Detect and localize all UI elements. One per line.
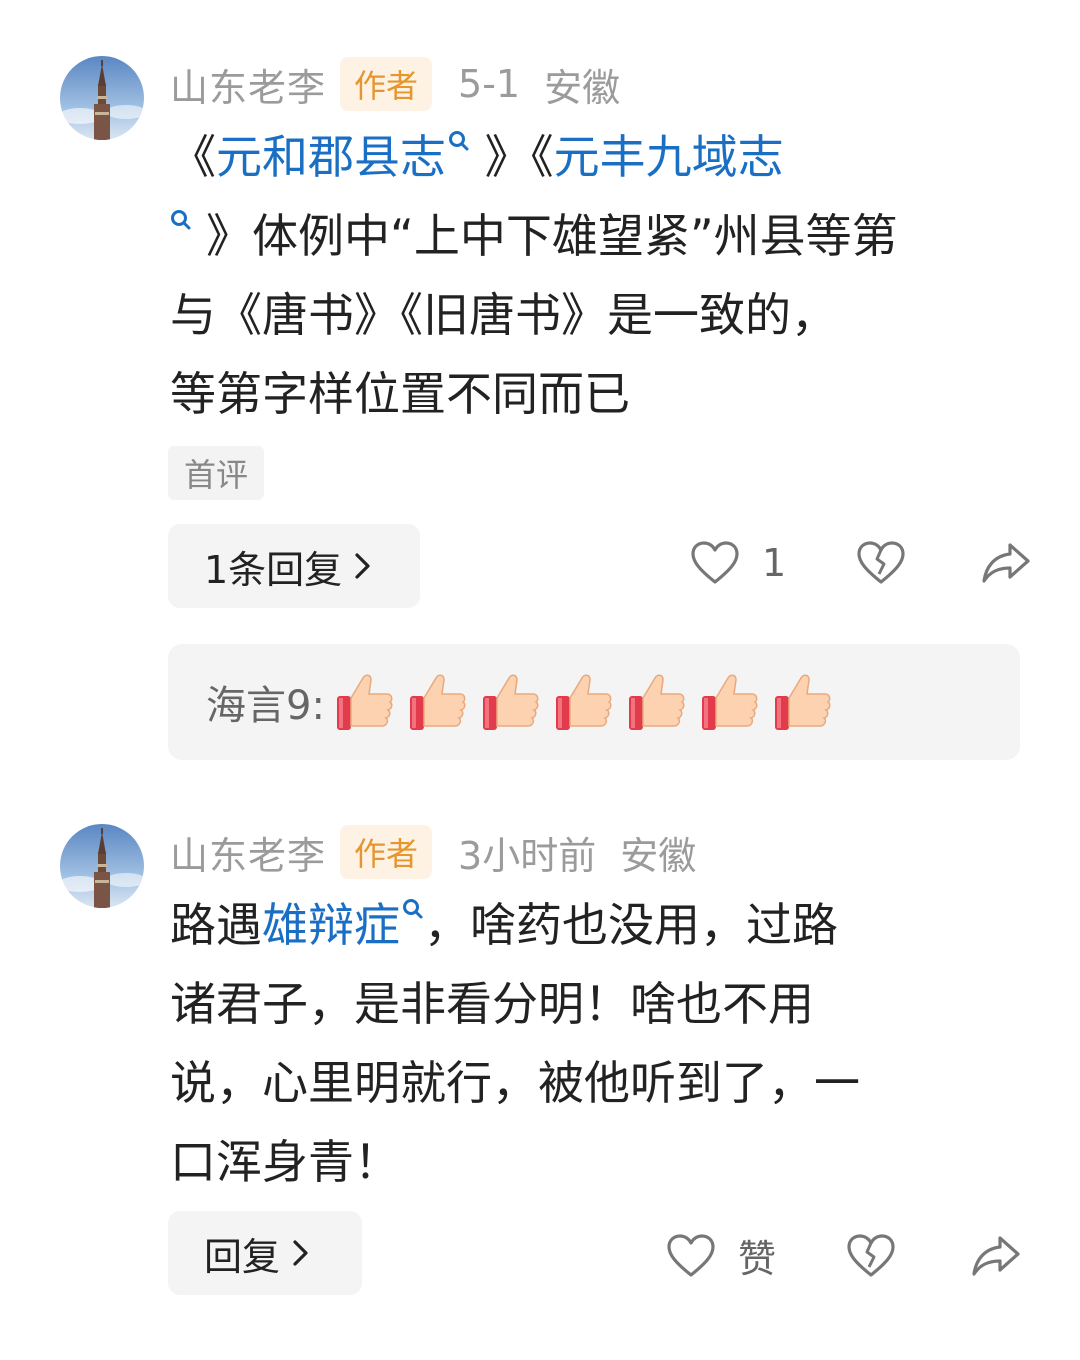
- search-icon[interactable]: [170, 209, 192, 237]
- comment-line: 口浑身青！: [170, 1135, 400, 1189]
- comment-text: 路遇雄辩症 ，啥药也没用，过路 诸君子，是非看分明！啥也不用 说，心里明就行，被他…: [170, 886, 1030, 1202]
- thumbs-up-icon: [774, 674, 831, 730]
- author-name[interactable]: 山东老李: [170, 57, 326, 112]
- thumbs-up-icon: [409, 674, 466, 730]
- search-link[interactable]: 元丰九域志: [554, 130, 784, 184]
- comment-line: 》体例中“上中下雄望紧”州县等第: [170, 197, 1030, 276]
- share-icon: [982, 543, 1030, 583]
- reply-button[interactable]: 回复: [168, 1211, 362, 1295]
- like-count: 1: [762, 541, 787, 585]
- comment-actions: 赞: [666, 1228, 1022, 1283]
- thumbs-up-icon: [482, 674, 539, 730]
- sub-reply-content: [335, 670, 846, 734]
- sub-reply-preview[interactable]: 海言9:: [168, 644, 1020, 760]
- comment-line: 诸君子，是非看分明！啥也不用: [170, 977, 814, 1031]
- text-fragment: ，啥药也没用，过路: [424, 898, 838, 952]
- search-icon: [449, 131, 469, 151]
- search-link[interactable]: 雄辩症: [262, 898, 400, 952]
- first-comment-tag: 首评: [168, 446, 265, 500]
- share-button[interactable]: [970, 1234, 1022, 1278]
- reply-label: 回复: [204, 1234, 281, 1279]
- text-fragment: 》体例中“上中下雄望紧”州县等第: [206, 209, 898, 263]
- author-badge: 作者: [340, 825, 433, 879]
- heart-icon: [691, 541, 739, 584]
- comment-meta: 山东老李 作者 5-1 安徽: [170, 56, 620, 112]
- chevron-right-icon: [355, 553, 370, 579]
- comment-line: 与《唐书》《旧唐书》是一致的，: [170, 288, 837, 342]
- comment-location: 安徽: [544, 65, 621, 110]
- view-replies-button[interactable]: 1条回复: [168, 524, 420, 608]
- author-name[interactable]: 山东老李: [170, 825, 326, 880]
- author-badge: 作者: [340, 57, 433, 111]
- thumbs-up-icon: [336, 674, 393, 730]
- comment-line: 路遇雄辩症 ，啥药也没用，过路: [170, 886, 1030, 965]
- text-fragment: 》《: [470, 130, 554, 184]
- comment-time: 5-1: [458, 62, 521, 106]
- avatar[interactable]: [60, 824, 144, 908]
- share-button[interactable]: [980, 541, 1032, 585]
- view-replies-label: 1条回复: [204, 547, 343, 592]
- comment-text: 《元和郡县志 》《元丰九域志 》体例中“上中下雄望紧”州县等第 与《唐书》《旧唐…: [170, 118, 1030, 434]
- search-icon: [403, 899, 423, 919]
- avatar[interactable]: [60, 56, 144, 140]
- like-button[interactable]: 1: [690, 540, 786, 586]
- sub-reply-author: 海言9:: [206, 683, 325, 729]
- broken-heart-icon: [857, 541, 905, 584]
- comment-meta: 山东老李 作者 3小时前 安徽: [170, 824, 696, 880]
- thumbs-up-icon: [555, 674, 612, 730]
- comment-time: 3小时前: [458, 833, 597, 878]
- search-link[interactable]: 元和郡县志: [216, 130, 446, 184]
- dislike-button[interactable]: [856, 540, 906, 586]
- heart-icon: [667, 1233, 715, 1277]
- text-fragment: 路遇: [170, 898, 262, 952]
- comment-actions: 1: [690, 540, 1032, 586]
- thumbs-up-icon: [701, 674, 758, 730]
- text-fragment: 《: [170, 130, 216, 184]
- share-icon: [972, 1235, 1020, 1276]
- comment-location: 安徽: [620, 833, 697, 878]
- comment-line: 说，心里明就行，被他听到了，一: [170, 1056, 860, 1110]
- comment-line: 等第字样位置不同而已: [170, 367, 630, 421]
- dislike-button[interactable]: [846, 1233, 896, 1279]
- like-label: 赞: [738, 1237, 777, 1281]
- broken-heart-icon: [847, 1233, 895, 1277]
- comment-line: 《元和郡县志 》《元丰九域志: [170, 118, 1030, 197]
- chevron-right-icon: [293, 1240, 308, 1266]
- thumbs-up-icon: [628, 674, 685, 730]
- like-button[interactable]: 赞: [666, 1228, 776, 1283]
